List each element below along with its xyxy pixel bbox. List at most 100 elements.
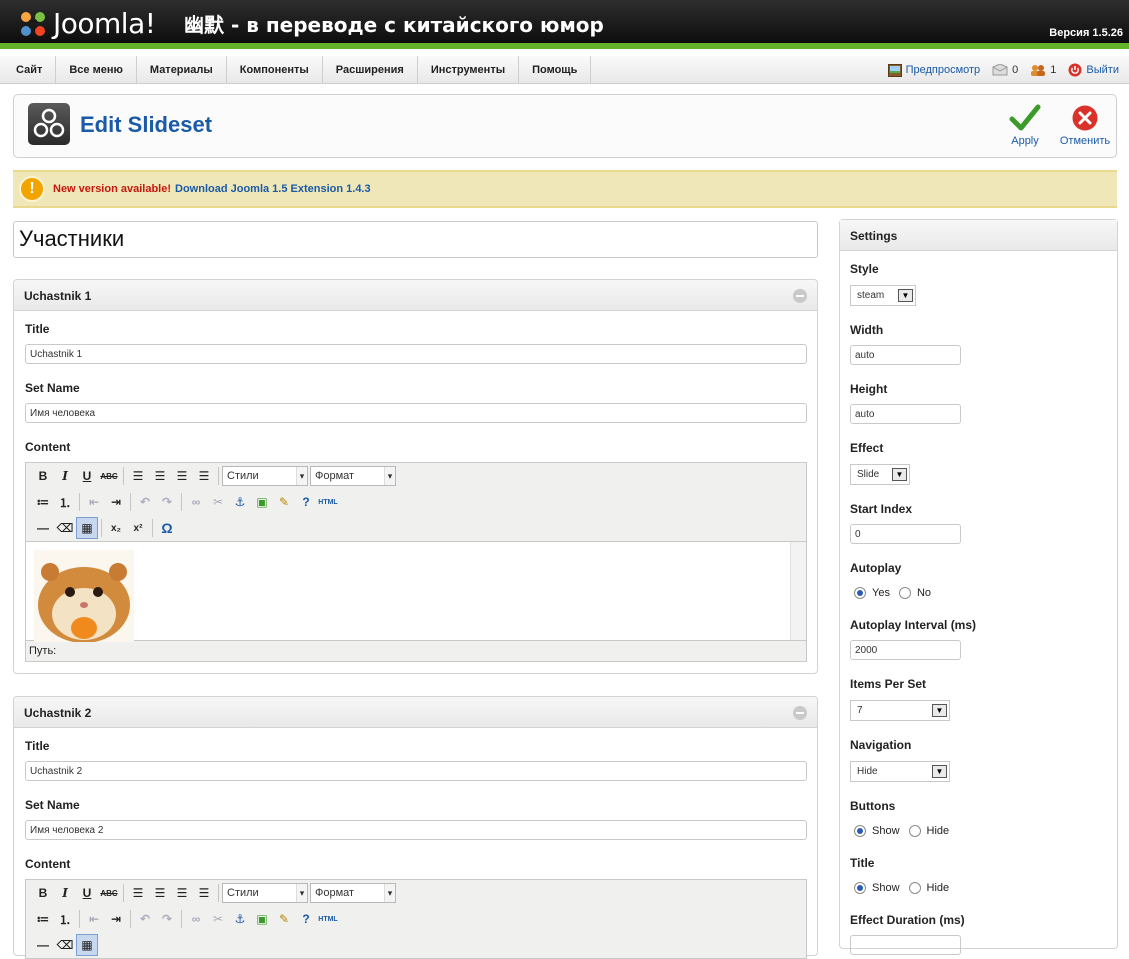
editor-scrollbar[interactable]: [790, 542, 806, 640]
height-input[interactable]: auto: [850, 404, 961, 424]
subscript-icon[interactable]: x₂: [105, 517, 127, 539]
format-select[interactable]: Формат: [310, 883, 396, 903]
horizontal-rule-icon[interactable]: —: [32, 517, 54, 539]
menu-item-help[interactable]: Помощь: [519, 56, 592, 83]
undo-icon[interactable]: ↶: [134, 491, 156, 513]
download-update-link[interactable]: Download Joomla 1.5 Extension 1.4.3: [175, 183, 371, 195]
align-right-icon[interactable]: ☰: [171, 465, 193, 487]
underline-button[interactable]: U: [76, 882, 98, 904]
table-icon[interactable]: ▦: [76, 934, 98, 956]
bullet-list-icon[interactable]: ≔: [32, 491, 54, 513]
align-right-icon[interactable]: ☰: [171, 882, 193, 904]
redo-icon[interactable]: ↷: [156, 491, 178, 513]
menu-item-extensions[interactable]: Расширения: [323, 56, 418, 83]
italic-button[interactable]: I: [54, 882, 76, 904]
link-icon[interactable]: ∞: [185, 491, 207, 513]
buttons-show-radio[interactable]: [854, 825, 866, 837]
strikethrough-button[interactable]: ABC: [98, 465, 120, 487]
superscript-icon[interactable]: x²: [127, 517, 149, 539]
html-source-button[interactable]: HTML: [317, 491, 339, 513]
table-icon[interactable]: ▦: [76, 517, 98, 539]
bullet-list-icon[interactable]: ≔: [32, 908, 54, 930]
menu-item-content[interactable]: Материалы: [137, 56, 227, 83]
strikethrough-button[interactable]: ABC: [98, 882, 120, 904]
logout-link[interactable]: Выйти: [1068, 63, 1119, 77]
messages-status[interactable]: 0: [992, 64, 1018, 76]
anchor-icon[interactable]: ⚓: [229, 908, 251, 930]
indent-icon[interactable]: ⇥: [105, 491, 127, 513]
image-icon[interactable]: ▣: [251, 491, 273, 513]
menu-item-tools[interactable]: Инструменты: [418, 56, 520, 83]
undo-icon[interactable]: ↶: [134, 908, 156, 930]
horizontal-rule-icon[interactable]: —: [32, 934, 54, 956]
styles-select[interactable]: Стили: [222, 466, 308, 486]
cancel-button[interactable]: Отменить: [1057, 104, 1113, 147]
image-icon[interactable]: ▣: [251, 908, 273, 930]
menu-item-components[interactable]: Компоненты: [227, 56, 323, 83]
unlink-icon[interactable]: ✂: [207, 491, 229, 513]
style-select[interactable]: steam ▼: [850, 285, 916, 306]
styles-select[interactable]: Стили: [222, 883, 308, 903]
align-center-icon[interactable]: ☰: [149, 465, 171, 487]
collapse-icon[interactable]: [793, 706, 807, 720]
set-name-input[interactable]: Имя человека: [25, 403, 807, 423]
format-select[interactable]: Формат: [310, 466, 396, 486]
joomla-logo[interactable]: Joomla!: [17, 8, 156, 40]
numbered-list-icon[interactable]: ⒈: [54, 908, 76, 930]
navigation-select[interactable]: Hide ▼: [850, 761, 950, 782]
align-left-icon[interactable]: ☰: [127, 465, 149, 487]
apply-button[interactable]: Apply: [997, 104, 1053, 147]
italic-button[interactable]: I: [54, 465, 76, 487]
cleanup-icon[interactable]: ✎: [273, 908, 295, 930]
bold-button[interactable]: B: [32, 882, 54, 904]
align-justify-icon[interactable]: ☰: [193, 882, 215, 904]
help-icon[interactable]: ?: [295, 908, 317, 930]
autoplay-yes-radio[interactable]: [854, 587, 866, 599]
content-editor: B I U ABC ☰ ☰ ☰ ☰ Стили Формат ≔ ⒈ ⇤ ⇥ ↶…: [25, 879, 807, 959]
effect-select[interactable]: Slide ▼: [850, 464, 910, 485]
checkmark-icon: [1009, 104, 1041, 131]
buttons-hide-radio[interactable]: [908, 825, 921, 837]
items-per-set-select[interactable]: 7 ▼: [850, 700, 950, 721]
indent-icon[interactable]: ⇥: [105, 908, 127, 930]
title-input[interactable]: Uchastnik 1: [25, 344, 807, 364]
link-icon[interactable]: ∞: [185, 908, 207, 930]
anchor-icon[interactable]: ⚓: [229, 491, 251, 513]
title-input[interactable]: Uchastnik 2: [25, 761, 807, 781]
align-center-icon[interactable]: ☰: [149, 882, 171, 904]
collapse-icon[interactable]: [793, 289, 807, 303]
eraser-icon[interactable]: ⌫: [54, 934, 76, 956]
html-source-button[interactable]: HTML: [317, 908, 339, 930]
width-input[interactable]: auto: [850, 345, 961, 365]
style-label: Style: [850, 262, 879, 276]
title-show-radio[interactable]: [854, 882, 866, 894]
preview-link[interactable]: Предпросмотр: [887, 63, 980, 77]
slide-panel-header[interactable]: Uchastnik 1: [14, 280, 817, 311]
slideset-title-input[interactable]: Участники: [13, 221, 818, 258]
eraser-icon[interactable]: ⌫: [54, 517, 76, 539]
title-hide-radio[interactable]: [908, 882, 921, 894]
buttons-hide-label: Hide: [926, 825, 950, 837]
cleanup-icon[interactable]: ✎: [273, 491, 295, 513]
outdent-icon[interactable]: ⇤: [83, 491, 105, 513]
special-char-icon[interactable]: Ω: [156, 517, 178, 539]
autoplay-no-radio[interactable]: [898, 587, 911, 599]
underline-button[interactable]: U: [76, 465, 98, 487]
slide-panel-header[interactable]: Uchastnik 2: [14, 697, 817, 728]
menu-item-menus[interactable]: Все меню: [56, 56, 137, 83]
align-justify-icon[interactable]: ☰: [193, 465, 215, 487]
redo-icon[interactable]: ↷: [156, 908, 178, 930]
align-left-icon[interactable]: ☰: [127, 882, 149, 904]
editor-content-area[interactable]: [26, 541, 806, 642]
help-icon[interactable]: ?: [295, 491, 317, 513]
numbered-list-icon[interactable]: ⒈: [54, 491, 76, 513]
unlink-icon[interactable]: ✂: [207, 908, 229, 930]
menu-item-site[interactable]: Сайт: [0, 56, 57, 83]
start-index-input[interactable]: 0: [850, 524, 961, 544]
bold-button[interactable]: B: [32, 465, 54, 487]
effect-duration-input[interactable]: [850, 935, 961, 955]
outdent-icon[interactable]: ⇤: [83, 908, 105, 930]
set-name-input[interactable]: Имя человека 2: [25, 820, 807, 840]
users-online-status[interactable]: 1: [1030, 64, 1056, 76]
autoplay-interval-input[interactable]: 2000: [850, 640, 961, 660]
